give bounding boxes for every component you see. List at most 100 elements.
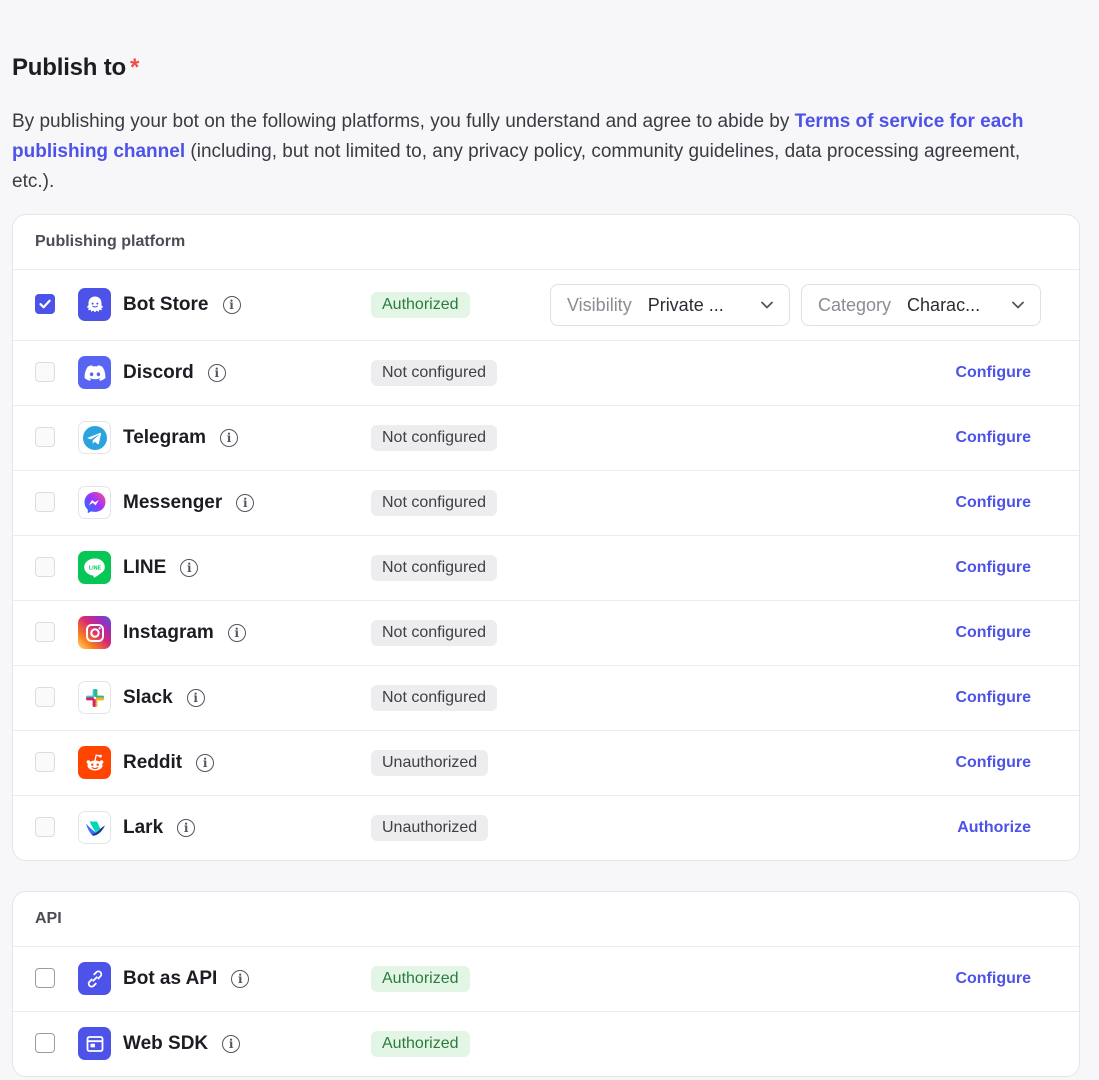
- visibility-value: Private ...: [647, 294, 724, 315]
- category-select[interactable]: Category Charac...: [801, 284, 1041, 326]
- instagram-icon: [78, 616, 111, 649]
- configure-button[interactable]: Configure: [955, 970, 1031, 988]
- info-icon[interactable]: i: [180, 559, 199, 577]
- platform-name: Bot as API i: [123, 968, 250, 990]
- status-badge: Authorized: [371, 292, 470, 318]
- required-mark: *: [130, 54, 140, 81]
- chevron-down-icon: [761, 301, 773, 309]
- bot-store-icon: [78, 288, 111, 321]
- api-card: API Bot as API i Authorized Configure Web…: [12, 891, 1080, 1077]
- info-icon[interactable]: i: [227, 624, 246, 642]
- reddit-icon: [78, 746, 111, 779]
- web-sdk-label: Web SDK: [123, 1033, 209, 1054]
- platform-row-instagram: Instagram i Not configured Configure: [13, 601, 1079, 666]
- svg-text:LINE: LINE: [88, 565, 101, 571]
- configure-button[interactable]: Configure: [955, 689, 1031, 707]
- platform-name: Slack i: [123, 687, 205, 709]
- bot-store-checkbox[interactable]: [35, 294, 55, 314]
- info-icon[interactable]: i: [222, 296, 241, 314]
- terms-description: By publishing your bot on the following …: [12, 107, 1062, 197]
- info-icon[interactable]: i: [220, 429, 239, 447]
- configure-button[interactable]: Configure: [955, 754, 1031, 772]
- configure-button[interactable]: Configure: [955, 494, 1031, 512]
- platform-row-discord: Discord i Not configured Configure: [13, 341, 1079, 406]
- platform-name: Bot Store i: [123, 294, 241, 316]
- api-header: API: [13, 892, 1079, 947]
- info-icon[interactable]: i: [177, 819, 196, 837]
- platform-name: Messenger i: [123, 492, 255, 514]
- messenger-checkbox[interactable]: [35, 492, 55, 512]
- slack-checkbox[interactable]: [35, 687, 55, 707]
- status-badge: Not configured: [371, 685, 498, 711]
- slack-label: Slack: [123, 687, 173, 708]
- chevron-down-icon: [1012, 301, 1024, 309]
- bot-as-api-checkbox[interactable]: [35, 968, 55, 988]
- publishing-platform-card: Publishing platform Bot Store i Authorize…: [12, 214, 1080, 861]
- line-label: LINE: [123, 557, 167, 578]
- info-icon[interactable]: i: [186, 689, 205, 707]
- api-row-bot-as-api: Bot as API i Authorized Configure: [13, 947, 1079, 1012]
- api-link-icon: [78, 962, 111, 995]
- discord-icon: [78, 356, 111, 389]
- lark-label: Lark: [123, 817, 164, 838]
- telegram-checkbox[interactable]: [35, 427, 55, 447]
- configure-button[interactable]: Configure: [955, 429, 1031, 447]
- visibility-label: Visibility: [567, 294, 632, 315]
- platform-name: Lark i: [123, 817, 196, 839]
- configure-button[interactable]: Configure: [955, 624, 1031, 642]
- instagram-checkbox[interactable]: [35, 622, 55, 642]
- platform-row-messenger: Messenger i Not configured Configure: [13, 471, 1079, 536]
- lark-checkbox[interactable]: [35, 817, 55, 837]
- platform-row-slack: Slack i Not configured Configure: [13, 666, 1079, 731]
- status-badge: Not configured: [371, 360, 498, 386]
- info-icon[interactable]: i: [231, 970, 250, 988]
- desc-prefix: By publishing your bot on the following …: [12, 111, 795, 132]
- status-badge: Unauthorized: [371, 815, 489, 841]
- line-icon: LINE: [78, 551, 111, 584]
- configure-button[interactable]: Configure: [955, 559, 1031, 577]
- title-text: Publish to: [12, 54, 126, 81]
- reddit-checkbox[interactable]: [35, 752, 55, 772]
- status-badge: Authorized: [371, 966, 470, 992]
- visibility-select[interactable]: Visibility Private ...: [550, 284, 790, 326]
- configure-button[interactable]: Configure: [955, 364, 1031, 382]
- discord-checkbox[interactable]: [35, 362, 55, 382]
- status-badge: Not configured: [371, 620, 498, 646]
- discord-label: Discord: [123, 362, 194, 383]
- platform-name: Web SDK i: [123, 1033, 241, 1055]
- publishing-platform-header: Publishing platform: [13, 215, 1079, 270]
- platform-row-line: LINE LINE i Not configured Configure: [13, 536, 1079, 601]
- platform-name: Telegram i: [123, 427, 239, 449]
- category-label: Category: [818, 294, 892, 315]
- bot-as-api-label: Bot as API: [123, 968, 218, 989]
- api-row-web-sdk: Web SDK i Authorized: [13, 1012, 1079, 1076]
- info-icon[interactable]: i: [236, 494, 255, 512]
- line-checkbox[interactable]: [35, 557, 55, 577]
- platform-name: Reddit i: [123, 752, 215, 774]
- status-badge: Authorized: [371, 1031, 470, 1057]
- bot-store-label: Bot Store: [123, 294, 209, 315]
- authorize-button[interactable]: Authorize: [957, 819, 1031, 837]
- lark-icon: [78, 811, 111, 844]
- status-badge: Not configured: [371, 490, 498, 516]
- platform-row-lark: Lark i Unauthorized Authorize: [13, 796, 1079, 860]
- platform-name: Discord i: [123, 362, 226, 384]
- info-icon[interactable]: i: [222, 1035, 241, 1053]
- reddit-label: Reddit: [123, 752, 183, 773]
- platform-row-bot-store: Bot Store i Authorized Visibility Private…: [13, 270, 1079, 341]
- platform-name: Instagram i: [123, 622, 246, 644]
- page-title: Publish to *: [12, 54, 139, 82]
- telegram-label: Telegram: [123, 427, 207, 448]
- web-sdk-checkbox[interactable]: [35, 1033, 55, 1053]
- messenger-icon: [78, 486, 111, 519]
- info-icon[interactable]: i: [196, 754, 215, 772]
- status-badge: Not configured: [371, 425, 498, 451]
- web-sdk-icon: [78, 1027, 111, 1060]
- platform-name: LINE i: [123, 557, 199, 579]
- slack-icon: [78, 681, 111, 714]
- info-icon[interactable]: i: [207, 364, 226, 382]
- category-value: Charac...: [907, 294, 981, 315]
- platform-row-telegram: Telegram i Not configured Configure: [13, 406, 1079, 471]
- instagram-label: Instagram: [123, 622, 214, 643]
- platform-row-reddit: Reddit i Unauthorized Configure: [13, 731, 1079, 796]
